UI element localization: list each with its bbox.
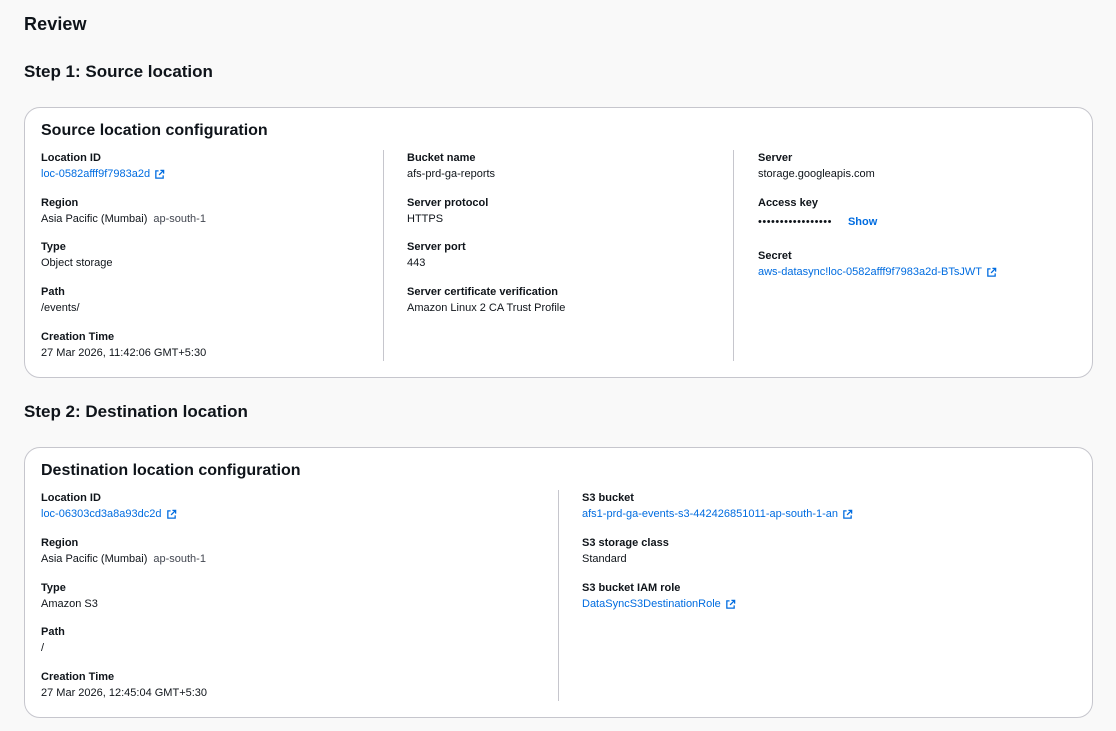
path-label: Path <box>41 286 65 298</box>
s3-bucket-label: S3 bucket <box>582 492 634 504</box>
region-code: ap-south-1 <box>153 553 206 565</box>
server-value: storage.googleapis.com <box>758 168 875 180</box>
source-region-field: Region Asia Pacific (Mumbai) ap-south-1 <box>41 195 206 227</box>
column-divider <box>383 150 384 361</box>
iam-role-label: S3 bucket IAM role <box>582 582 681 594</box>
storage-class-value: Standard <box>582 553 627 565</box>
s3-bucket-link[interactable]: afs1-prd-ga-events-s3-442426851011-ap-so… <box>582 506 838 522</box>
step1-title: Step 1: Source location <box>24 62 213 81</box>
cert-verification-field: Server certificate verification Amazon L… <box>407 284 565 316</box>
region-label: Region <box>41 197 79 209</box>
page-title: Review <box>24 14 87 34</box>
server-label: Server <box>758 152 793 164</box>
server-port-field: Server port 443 <box>407 239 466 271</box>
bucket-name-field: Bucket name afs-prd-ga-reports <box>407 150 495 182</box>
server-protocol-label: Server protocol <box>407 197 489 209</box>
show-access-key-button[interactable]: Show <box>848 214 877 230</box>
type-value: Amazon S3 <box>41 598 98 610</box>
source-location-id-link[interactable]: loc-0582afff9f7983a2d <box>41 166 150 182</box>
server-protocol-value: HTTPS <box>407 213 444 225</box>
cert-verification-value: Amazon Linux 2 CA Trust Profile <box>407 302 566 314</box>
region-value: Asia Pacific (Mumbai) <box>41 553 148 565</box>
secret-field: Secret aws-datasync!loc-0582afff9f7983a2… <box>758 248 997 280</box>
creation-time-label: Creation Time <box>41 331 115 343</box>
source-path-field: Path /events/ <box>41 284 80 316</box>
bucket-name-value: afs-prd-ga-reports <box>407 168 496 180</box>
external-link-icon[interactable] <box>842 509 853 520</box>
storage-class-label: S3 storage class <box>582 537 669 549</box>
server-port-label: Server port <box>407 241 466 253</box>
path-value: / <box>41 642 45 654</box>
destination-creation-time-field: Creation Time 27 Mar 2026, 12:45:04 GMT+… <box>41 669 207 701</box>
source-card-title: Source location configuration <box>41 122 268 139</box>
bucket-name-label: Bucket name <box>407 152 476 164</box>
secret-link[interactable]: aws-datasync!loc-0582afff9f7983a2d-BTsJW… <box>758 264 982 280</box>
server-field: Server storage.googleapis.com <box>758 150 875 182</box>
access-key-field: Access key ••••••••••••••••• Show <box>758 195 877 230</box>
iam-role-field: S3 bucket IAM role DataSyncS3Destination… <box>582 580 736 612</box>
storage-class-field: S3 storage class Standard <box>582 535 669 567</box>
location-id-label: Location ID <box>41 152 101 164</box>
destination-location-id-field: Location ID loc-06303cd3a8a93dc2d <box>41 490 177 522</box>
step2-title: Step 2: Destination location <box>24 402 248 421</box>
column-divider <box>558 490 559 701</box>
type-value: Object storage <box>41 257 113 269</box>
external-link-icon[interactable] <box>166 509 177 520</box>
destination-location-card: Destination location configuration Locat… <box>24 447 1093 718</box>
external-link-icon[interactable] <box>154 169 165 180</box>
creation-time-value: 27 Mar 2026, 12:45:04 GMT+5:30 <box>41 687 208 699</box>
destination-location-id-link[interactable]: loc-06303cd3a8a93dc2d <box>41 506 162 522</box>
region-code: ap-south-1 <box>153 213 206 225</box>
server-protocol-field: Server protocol HTTPS <box>407 195 488 227</box>
secret-label: Secret <box>758 250 792 262</box>
cert-verification-label: Server certificate verification <box>407 286 559 298</box>
destination-type-field: Type Amazon S3 <box>41 580 98 612</box>
path-value: /events/ <box>41 302 80 314</box>
region-label: Region <box>41 537 79 549</box>
destination-region-field: Region Asia Pacific (Mumbai) ap-south-1 <box>41 535 206 567</box>
source-type-field: Type Object storage <box>41 239 113 271</box>
source-location-id-field: Location ID loc-0582afff9f7983a2d <box>41 150 165 182</box>
server-port-value: 443 <box>407 257 426 269</box>
column-divider <box>733 150 734 361</box>
creation-time-value: 27 Mar 2026, 11:42:06 GMT+5:30 <box>41 347 207 359</box>
location-id-label: Location ID <box>41 492 101 504</box>
external-link-icon[interactable] <box>725 599 736 610</box>
iam-role-link[interactable]: DataSyncS3DestinationRole <box>582 596 721 612</box>
external-link-icon[interactable] <box>986 267 997 278</box>
path-label: Path <box>41 626 65 638</box>
type-label: Type <box>41 241 66 253</box>
access-key-masked-value: ••••••••••••••••• <box>758 216 832 228</box>
region-value: Asia Pacific (Mumbai) <box>41 213 148 225</box>
access-key-label: Access key <box>758 197 818 209</box>
destination-card-title: Destination location configuration <box>41 462 301 479</box>
destination-path-field: Path / <box>41 624 65 656</box>
type-label: Type <box>41 582 66 594</box>
creation-time-label: Creation Time <box>41 671 115 683</box>
source-location-card: Source location configuration Location I… <box>24 107 1093 378</box>
s3-bucket-field: S3 bucket afs1-prd-ga-events-s3-44242685… <box>582 490 853 522</box>
source-creation-time-field: Creation Time 27 Mar 2026, 11:42:06 GMT+… <box>41 329 206 361</box>
